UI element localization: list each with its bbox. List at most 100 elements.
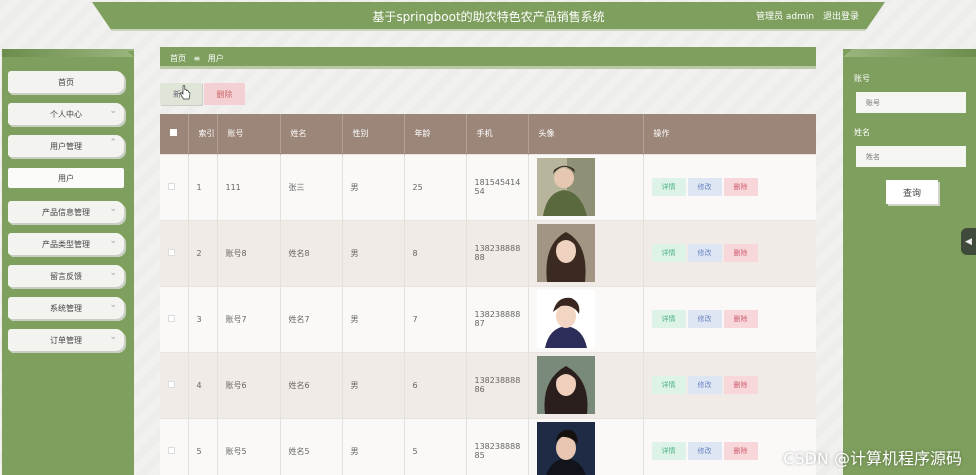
column-header: 头像 xyxy=(528,114,644,154)
detail-button[interactable]: 详情 xyxy=(651,178,686,196)
search-button[interactable]: 查询 xyxy=(886,180,938,204)
sidebar-item-label: 个人中心 xyxy=(50,109,82,119)
cell-phone: 13823888888 xyxy=(466,219,529,286)
cell-age: 25 xyxy=(404,153,467,220)
row-checkbox[interactable] xyxy=(168,182,175,190)
column-header: 性别 xyxy=(342,114,405,154)
chevron-down-icon: ⌄ xyxy=(109,268,117,278)
delete-button[interactable]: 删除 xyxy=(723,442,758,461)
sidebar-item-personal[interactable]: 个人中心 ⌄ xyxy=(8,103,124,125)
edit-button[interactable]: 修改 xyxy=(687,442,722,461)
table-row: 5 账号5 姓名5 男 5 13823888885 详情 修改 删除 xyxy=(160,417,816,475)
avatar xyxy=(536,224,595,282)
cell-phone: 13823888887 xyxy=(466,285,529,352)
avatar xyxy=(536,356,595,414)
avatar xyxy=(536,422,595,475)
name-label: 姓名 xyxy=(854,128,870,137)
cell-age: 6 xyxy=(404,351,467,418)
cell-gender: 男 xyxy=(342,285,405,352)
cell-actions: 详情 修改 删除 xyxy=(643,285,816,352)
edit-button[interactable]: 修改 xyxy=(687,310,722,328)
sidebar-item-home[interactable]: 首页 xyxy=(8,71,124,93)
cell-name: 张三 xyxy=(280,153,343,220)
cell-avatar xyxy=(528,153,644,220)
sidebar-item-label: 首页 xyxy=(58,77,74,87)
chevron-down-icon: ⌄ xyxy=(109,300,117,310)
chevron-down-icon: ⌄ xyxy=(109,106,117,116)
cell-name: 姓名6 xyxy=(280,351,343,418)
sidebar-subitem-user[interactable]: 用户 xyxy=(8,168,124,188)
detail-button[interactable]: 详情 xyxy=(651,310,686,328)
row-checkbox[interactable] xyxy=(168,248,175,256)
cell-phone: 13823888885 xyxy=(466,417,529,475)
delete-button[interactable]: 删除 xyxy=(723,376,758,394)
top-header: 基于springboot的助农特色农产品销售系统 管理员 admin 退出登录 xyxy=(92,2,885,31)
cell-actions: 详情 修改 删除 xyxy=(643,219,816,286)
edit-button[interactable]: 修改 xyxy=(687,178,722,196)
edit-button[interactable]: 修改 xyxy=(687,376,722,394)
sidebar-item-label: 产品信息管理 xyxy=(42,207,90,217)
cell-avatar xyxy=(528,219,644,286)
edit-button[interactable]: 修改 xyxy=(687,244,722,262)
detail-button[interactable]: 详情 xyxy=(651,244,686,262)
table-row: 2 账号8 姓名8 男 8 13823888888 详情 修改 删除 xyxy=(160,219,816,286)
column-header: 手机 xyxy=(466,114,529,154)
table-row: 1 111 张三 男 25 18154541454 详情 修改 删除 xyxy=(160,153,816,220)
column-header: 索引 xyxy=(188,114,218,154)
cell-index: 3 xyxy=(188,285,218,352)
cell-gender: 男 xyxy=(342,219,405,286)
row-checkbox[interactable] xyxy=(168,380,175,388)
row-checkbox[interactable] xyxy=(168,446,175,454)
sidebar-item-feedback[interactable]: 留言反馈 ⌄ xyxy=(8,265,124,287)
row-checkbox[interactable] xyxy=(168,314,175,322)
cell-index: 5 xyxy=(188,417,218,475)
sidebar-item-user-mgmt[interactable]: 用户管理 ⌃ xyxy=(8,135,124,157)
search-panel: 账号 姓名 查询 xyxy=(843,49,976,475)
detail-button[interactable]: 详情 xyxy=(651,442,686,461)
table-row: 4 账号6 姓名6 男 6 13823888886 详情 修改 删除 xyxy=(160,351,816,418)
cell-gender: 男 xyxy=(342,351,405,418)
sidebar-item-label: 用户管理 xyxy=(50,141,82,151)
left-sidebar: 首页 个人中心 ⌄ 用户管理 ⌃ 用户 产品信息管理 ⌄ 产品类型管理 ⌄ 留言反馈 ⌄ … xyxy=(2,49,134,475)
hand-cursor-icon xyxy=(180,85,191,100)
cell-index: 1 xyxy=(188,153,218,220)
cell-actions: 详情 修改 删除 xyxy=(643,351,816,418)
cell-gender: 男 xyxy=(342,153,405,220)
chevron-left-icon[interactable]: ◀ xyxy=(961,228,976,255)
chevron-up-icon: ⌃ xyxy=(109,138,117,148)
cell-account: 账号5 xyxy=(217,417,281,475)
cell-avatar xyxy=(528,417,644,475)
sidebar-item-orders[interactable]: 订单管理 ⌄ xyxy=(8,329,124,351)
breadcrumb-home[interactable]: 首页 xyxy=(170,54,186,63)
sidebar-item-system[interactable]: 系统管理 ⌄ xyxy=(8,297,124,319)
cell-name: 姓名5 xyxy=(280,417,343,475)
cell-name: 姓名8 xyxy=(280,219,343,286)
sidebar-item-product-type[interactable]: 产品类型管理 ⌄ xyxy=(8,233,124,255)
cell-age: 5 xyxy=(404,417,467,475)
delete-button[interactable]: 删除 xyxy=(723,178,758,196)
logout-link[interactable]: 退出登录 xyxy=(823,12,859,22)
sidebar-item-label: 留言反馈 xyxy=(50,271,82,281)
select-all-checkbox[interactable] xyxy=(170,129,177,137)
cell-phone: 18154541454 xyxy=(466,153,529,220)
cell-account: 账号7 xyxy=(217,285,281,352)
avatar xyxy=(536,158,595,216)
name-search-input[interactable] xyxy=(856,146,966,167)
bulk-delete-button[interactable]: 删除 xyxy=(204,83,245,105)
detail-button[interactable]: 详情 xyxy=(651,376,686,394)
chevron-down-icon: ⌄ xyxy=(109,332,117,342)
sidebar-item-product-info[interactable]: 产品信息管理 ⌄ xyxy=(8,201,124,223)
delete-button[interactable]: 删除 xyxy=(723,244,758,262)
sidebar-item-label: 系统管理 xyxy=(50,303,82,313)
cell-gender: 男 xyxy=(342,417,405,475)
select-all-header[interactable] xyxy=(160,114,189,154)
user-table: 索引 账号 姓名 性别 年龄 手机 头像 操作 1 111 张三 男 25 18… xyxy=(160,114,816,475)
column-header: 年龄 xyxy=(404,114,467,154)
account-search-input[interactable] xyxy=(856,92,966,113)
cell-index: 4 xyxy=(188,351,218,418)
column-header: 操作 xyxy=(643,114,816,154)
chevron-down-icon: ⌄ xyxy=(109,204,117,214)
sidebar-item-label: 订单管理 xyxy=(50,335,82,345)
delete-button[interactable]: 删除 xyxy=(723,310,758,328)
cell-age: 7 xyxy=(404,285,467,352)
